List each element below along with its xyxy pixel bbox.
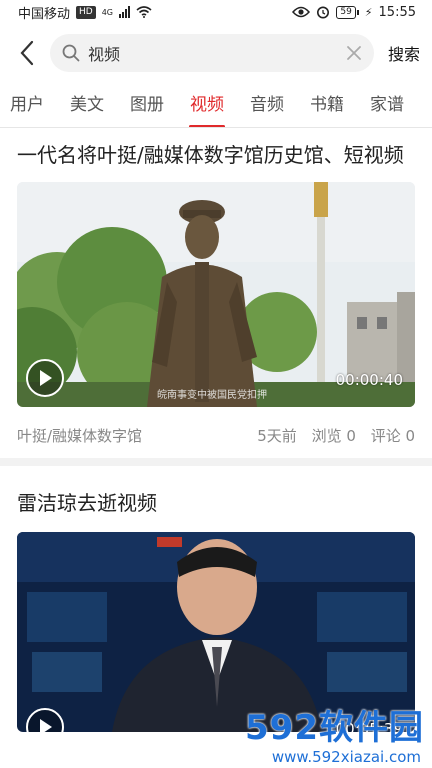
watermark-url: www.592xiazai.com [245,748,424,766]
tab-books[interactable]: 书籍 [310,82,344,127]
back-button[interactable] [14,33,40,73]
thumbnail-image [17,532,415,732]
eye-icon [292,6,311,18]
clock: 15:55 [378,4,416,20]
video-comments[interactable]: 评论 0 [371,427,415,445]
watermark: 592软件园 www.592xiazai.com [245,708,424,766]
hd-icon: HD [76,5,96,19]
video-meta: 叶挺/融媒体数字馆 5天前 浏览 0 评论 0 [17,425,415,446]
search-icon [62,44,80,62]
battery-icon: 59 [336,5,359,19]
watermark-brand: 592软件园 [245,708,424,748]
video-feed: 一代名将叶挺/融媒体数字馆历史馆、短视频 皖南事变中被国民党扣押 00:00:4… [0,128,432,732]
tab-albums[interactable]: 图册 [130,82,164,127]
search-header: 搜索 [0,24,432,82]
play-button[interactable] [26,359,64,397]
video-card[interactable]: 雷洁琼去逝视频 00:05:39 [0,466,432,732]
clear-icon[interactable] [346,45,362,61]
search-button[interactable]: 搜索 [388,41,420,65]
category-tabs: 用户 美文 图册 视频 音频 书籍 家谱 [0,82,432,128]
tab-articles[interactable]: 美文 [70,82,104,127]
video-thumbnail[interactable]: 皖南事变中被国民党扣押 00:00:40 [17,182,415,407]
card-divider [0,458,432,466]
status-bar: 中国移动 HD 4G 59 ⚡ 15:55 [0,0,432,24]
video-card[interactable]: 一代名将叶挺/融媒体数字馆历史馆、短视频 皖南事变中被国民党扣押 00:00:4… [0,130,432,458]
play-icon [40,370,52,386]
video-views: 浏览 0 [311,427,356,445]
tab-genealogy[interactable]: 家谱 [370,82,404,127]
video-source[interactable]: 叶挺/融媒体数字馆 [17,425,142,446]
search-box[interactable] [50,34,374,72]
search-input[interactable] [88,43,346,63]
alarm-icon [317,6,330,19]
tab-users[interactable]: 用户 [10,82,44,127]
charging-icon: ⚡ [364,5,373,19]
video-subtitle: 皖南事变中被国民党扣押 [157,390,267,401]
network-type: 4G [101,7,114,17]
video-thumbnail[interactable]: 00:05:39 [17,532,415,732]
video-time-ago: 5天前 [257,427,297,445]
signal-icon [119,6,131,18]
play-icon [40,719,52,732]
tab-videos[interactable]: 视频 [189,82,225,127]
video-duration: 00:00:40 [335,371,403,389]
tab-audio[interactable]: 音频 [250,82,284,127]
chevron-left-icon [20,40,34,66]
carrier-label: 中国移动 [18,6,71,22]
video-title[interactable]: 雷洁琼去逝视频 [17,488,415,518]
video-title[interactable]: 一代名将叶挺/融媒体数字馆历史馆、短视频 [17,140,415,170]
wifi-icon [136,6,152,18]
